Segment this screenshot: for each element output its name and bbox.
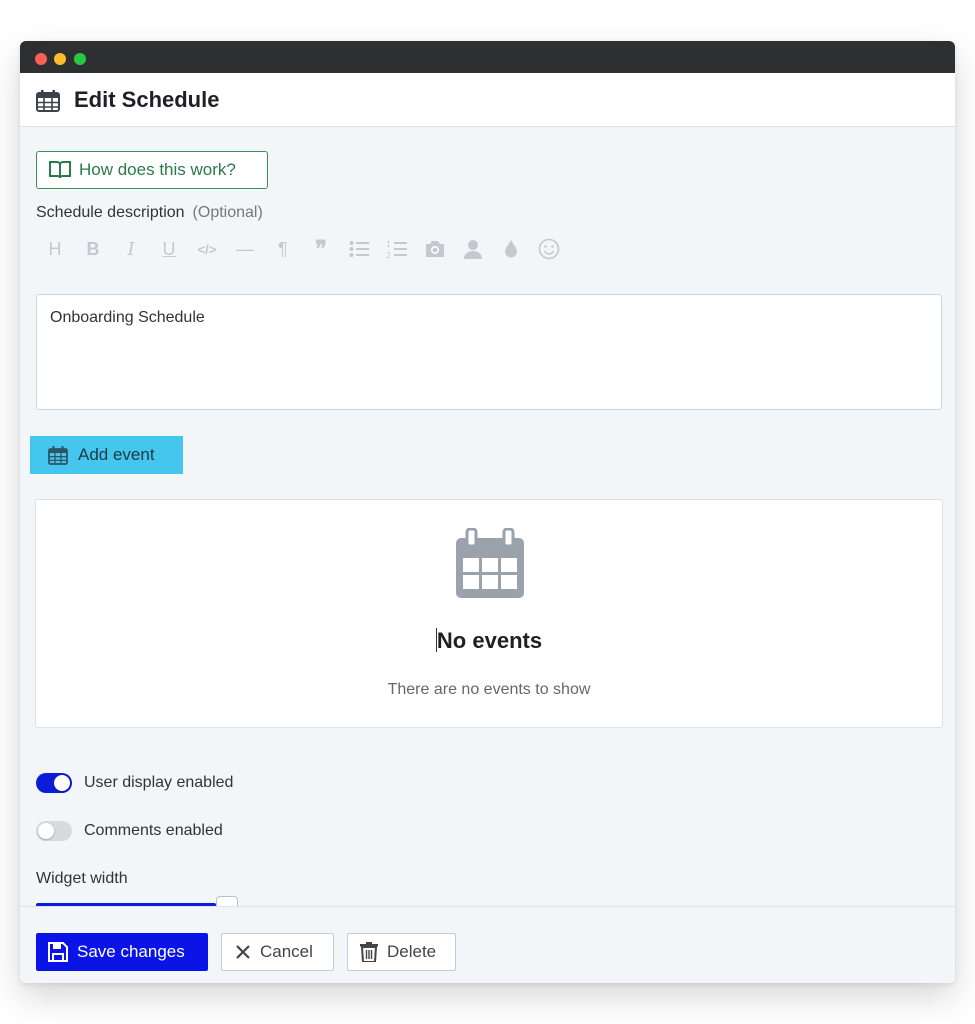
app-window: Edit Schedule How does this work? Schedu… (20, 41, 955, 983)
toggle-knob (38, 823, 54, 839)
image-button[interactable] (416, 237, 454, 261)
user-icon (464, 240, 482, 259)
underline-button[interactable]: U (150, 237, 188, 261)
empty-state-title: No events (436, 628, 543, 653)
add-event-button[interactable]: Add event (30, 436, 183, 474)
description-label: Schedule description (Optional) (36, 204, 263, 222)
user-display-label: User display enabled (84, 774, 234, 791)
delete-label: Delete (387, 942, 437, 961)
bullet-list-icon (349, 241, 369, 257)
save-icon (48, 942, 68, 962)
close-icon (236, 945, 250, 959)
window-titlebar (20, 41, 955, 73)
emoji-button[interactable] (530, 237, 568, 261)
add-event-label: Add event (78, 445, 155, 464)
save-changes-label: Save changes (77, 942, 185, 961)
calendar-icon (36, 90, 60, 117)
comments-label: Comments enabled (84, 822, 223, 839)
editor-toolbar: H B I U </> — ¶ ❞ 12 (36, 236, 568, 262)
comments-setting: Comments enabled (36, 820, 223, 842)
camera-icon (426, 241, 444, 257)
paragraph-button[interactable]: ¶ (264, 237, 302, 261)
heading-button[interactable]: H (36, 237, 74, 261)
svg-text:2: 2 (386, 251, 391, 259)
calendar-icon (48, 445, 68, 465)
svg-text:1: 1 (386, 240, 391, 249)
description-label-text: Schedule description (36, 204, 185, 221)
help-button-label: How does this work? (79, 160, 236, 179)
how-does-this-work-button[interactable]: How does this work? (36, 151, 268, 189)
toggle-knob (54, 775, 70, 791)
maximize-window-button[interactable] (74, 53, 86, 65)
bullet-list-button[interactable] (340, 237, 378, 261)
empty-state-subtitle: There are no events to show (387, 681, 591, 698)
delete-button[interactable]: Delete (347, 933, 456, 971)
save-changes-button[interactable]: Save changes (36, 933, 208, 971)
color-button[interactable] (492, 237, 530, 261)
page-title: Edit Schedule (74, 87, 220, 112)
italic-button[interactable]: I (112, 237, 150, 261)
footer-actions: Save changes Cancel Delete (20, 906, 955, 983)
widget-width-label: Widget width (36, 870, 128, 887)
user-display-setting: User display enabled (36, 772, 233, 794)
quote-button[interactable]: ❞ (302, 236, 340, 262)
comments-toggle[interactable] (36, 821, 72, 841)
page-header: Edit Schedule (20, 73, 955, 127)
horizontal-rule-button[interactable]: — (226, 237, 264, 261)
minimize-window-button[interactable] (54, 53, 66, 65)
cancel-label: Cancel (260, 942, 313, 961)
cancel-button[interactable]: Cancel (221, 933, 334, 971)
droplet-icon (505, 240, 517, 258)
optional-hint: (Optional) (192, 204, 263, 221)
user-display-toggle[interactable] (36, 773, 72, 793)
code-button[interactable]: </> (188, 237, 226, 261)
bold-button[interactable]: B (74, 237, 112, 261)
user-button[interactable] (454, 237, 492, 261)
calendar-icon (456, 528, 524, 598)
smile-icon (538, 238, 560, 260)
numbered-list-button[interactable]: 12 (378, 237, 416, 261)
description-editor[interactable]: Onboarding Schedule (36, 294, 942, 410)
empty-state-title-row: No events (36, 628, 942, 654)
trash-icon (360, 942, 378, 962)
close-window-button[interactable] (35, 53, 47, 65)
events-empty-state: No events There are no events to show (35, 499, 943, 728)
numbered-list-icon: 12 (386, 240, 407, 259)
book-icon (49, 161, 71, 179)
